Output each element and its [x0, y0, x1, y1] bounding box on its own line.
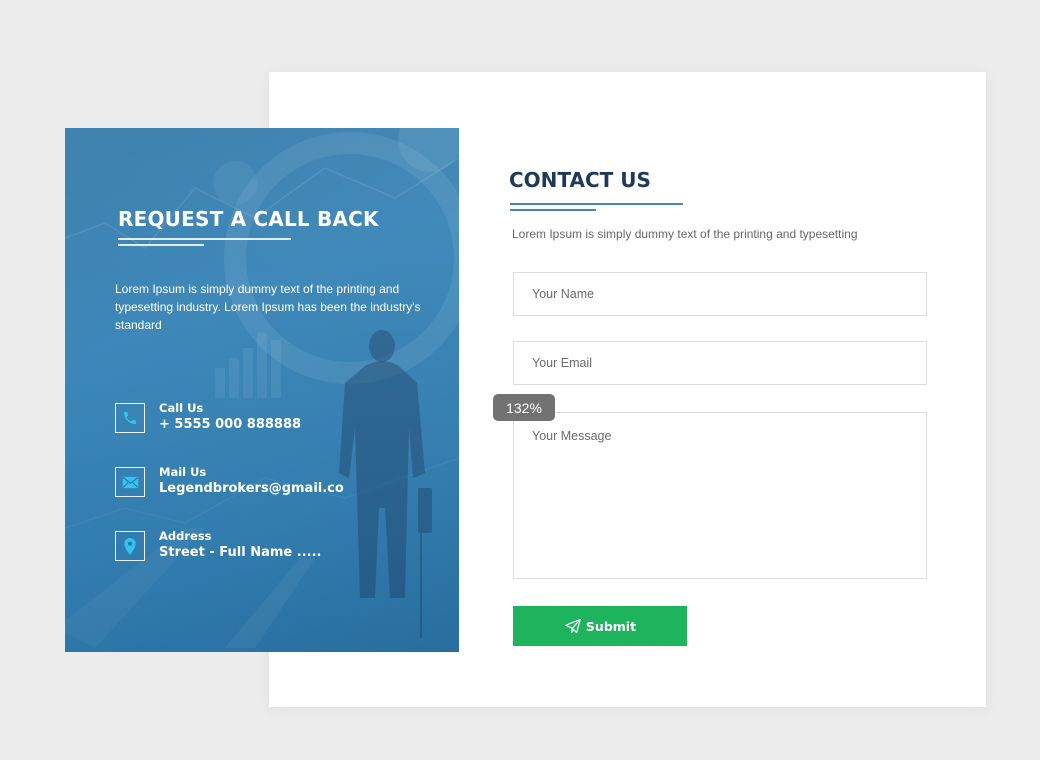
name-input[interactable]	[513, 272, 927, 316]
email-address: Legendbrokers@gmail.co	[159, 481, 344, 496]
submit-button[interactable]: Submit	[513, 606, 687, 646]
street-address: Street - Full Name .....	[159, 545, 322, 560]
phone-number: + 5555 000 888888	[159, 417, 302, 432]
email-input[interactable]	[513, 341, 927, 385]
callback-description: Lorem Ipsum is simply dummy text of the …	[115, 282, 421, 332]
paper-plane-icon	[564, 618, 582, 634]
location-pin-icon	[115, 531, 145, 561]
zoom-indicator: 132%	[493, 394, 555, 421]
contact-item-phone: Call Us + 5555 000 888888	[115, 401, 301, 434]
title-underline-short	[118, 244, 204, 246]
contact-item-mail: Mail Us Legendbrokers@gmail.co	[115, 465, 344, 498]
contact-description: Lorem Ipsum is simply dummy text of the …	[512, 227, 858, 241]
mail-icon	[115, 467, 145, 497]
title-underline-long	[118, 238, 291, 240]
contact-us-title: CONTACT US	[509, 168, 651, 192]
contact-label: Address	[159, 529, 212, 543]
contact-title-underline-long	[510, 203, 683, 205]
submit-label: Submit	[585, 618, 637, 634]
contact-item-address: Address Street - Full Name .....	[115, 529, 321, 562]
contact-label: Mail Us	[159, 465, 207, 479]
callback-panel: REQUEST A CALL BACK Lorem Ipsum is simpl…	[65, 128, 459, 652]
contact-title-underline-short	[510, 209, 596, 211]
contact-label: Call Us	[159, 401, 204, 415]
phone-icon	[115, 403, 145, 433]
message-textarea[interactable]	[513, 412, 927, 579]
callback-title: REQUEST A CALL BACK	[118, 207, 379, 231]
